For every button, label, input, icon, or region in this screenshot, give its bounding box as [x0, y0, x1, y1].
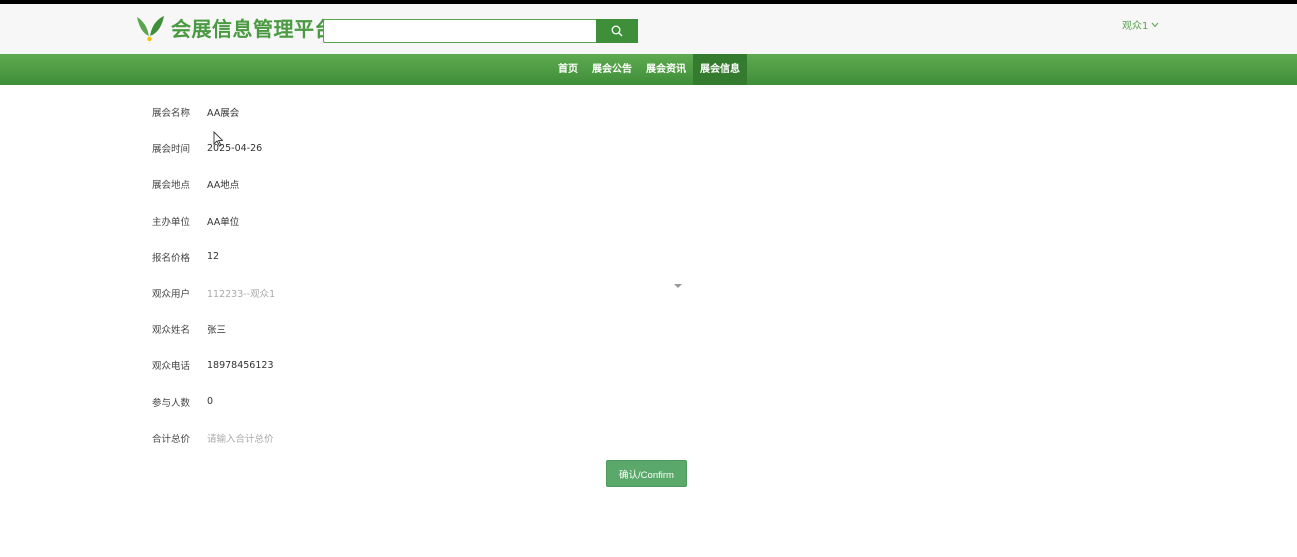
field-label: 展会时间: [152, 144, 191, 156]
field-label: 报名价格: [152, 252, 191, 264]
form-row-registration-price: 报名价格 12: [152, 239, 692, 275]
registration-form: 展会名称 AA展会 展会时间 2025-04-26 展会地点 AA地点 主办单位…: [152, 94, 692, 456]
field-value[interactable]: 0: [207, 396, 213, 407]
leaf-logo-icon: [137, 15, 164, 41]
confirm-button[interactable]: 确认/Confirm: [606, 460, 687, 487]
form-row-participant-count: 参与人数 0: [152, 384, 692, 420]
field-value[interactable]: 18978456123: [207, 360, 274, 371]
field-label: 展会名称: [152, 108, 191, 120]
field-label: 展会地点: [152, 180, 191, 192]
site-header: 会展信息管理平台 观众1: [0, 4, 1297, 54]
main-nav: 首页 展会公告 展会资讯 展会信息: [0, 54, 1297, 85]
form-row-organizer: 主办单位 AA单位: [152, 203, 692, 239]
field-label: 合计总价: [152, 433, 191, 445]
search-input[interactable]: [323, 19, 596, 43]
nav-item-exhibition-info[interactable]: 展会信息: [693, 54, 747, 85]
search-button[interactable]: [596, 19, 638, 43]
field-value[interactable]: 张三: [207, 322, 226, 336]
total-price-input[interactable]: 请输入合计总价: [207, 431, 274, 445]
chevron-down-icon: [1151, 22, 1159, 27]
user-name: 观众1: [1122, 21, 1149, 32]
caret-down-icon: [674, 284, 682, 289]
field-value: AA单位: [207, 216, 240, 228]
form-row-audience-user: 观众用户 112233--观众1: [152, 275, 692, 311]
mouse-pointer-icon: [213, 131, 223, 147]
field-label: 观众姓名: [152, 325, 191, 337]
field-value: AA地点: [207, 180, 240, 192]
form-row-audience-name: 观众姓名 张三: [152, 311, 692, 347]
form-row-total-price: 合计总价 请输入合计总价: [152, 420, 692, 456]
nav-item-news[interactable]: 展会资讯: [639, 54, 693, 85]
field-value: AA展会: [207, 108, 240, 120]
form-row-audience-phone: 观众电话 18978456123: [152, 347, 692, 383]
field-label: 观众电话: [152, 361, 191, 373]
user-menu[interactable]: 观众1: [1122, 17, 1159, 32]
search-bar: [323, 19, 638, 43]
field-label: 观众用户: [152, 289, 191, 301]
nav-item-announcements[interactable]: 展会公告: [585, 54, 639, 85]
form-row-exhibition-name: 展会名称 AA展会: [152, 94, 692, 130]
select-value: 112233--观众1: [207, 289, 276, 301]
search-icon: [611, 25, 623, 37]
field-label: 参与人数: [152, 397, 191, 409]
audience-user-select[interactable]: 112233--观众1: [207, 284, 682, 301]
nav-item-home[interactable]: 首页: [551, 54, 585, 85]
form-row-exhibition-time: 展会时间 2025-04-26: [152, 130, 692, 166]
brand-title: 会展信息管理平台: [171, 17, 335, 41]
brand-logo[interactable]: 会展信息管理平台: [135, 13, 335, 42]
field-label: 主办单位: [152, 216, 191, 228]
form-row-exhibition-location: 展会地点 AA地点: [152, 166, 692, 202]
field-value: 12: [207, 251, 220, 263]
